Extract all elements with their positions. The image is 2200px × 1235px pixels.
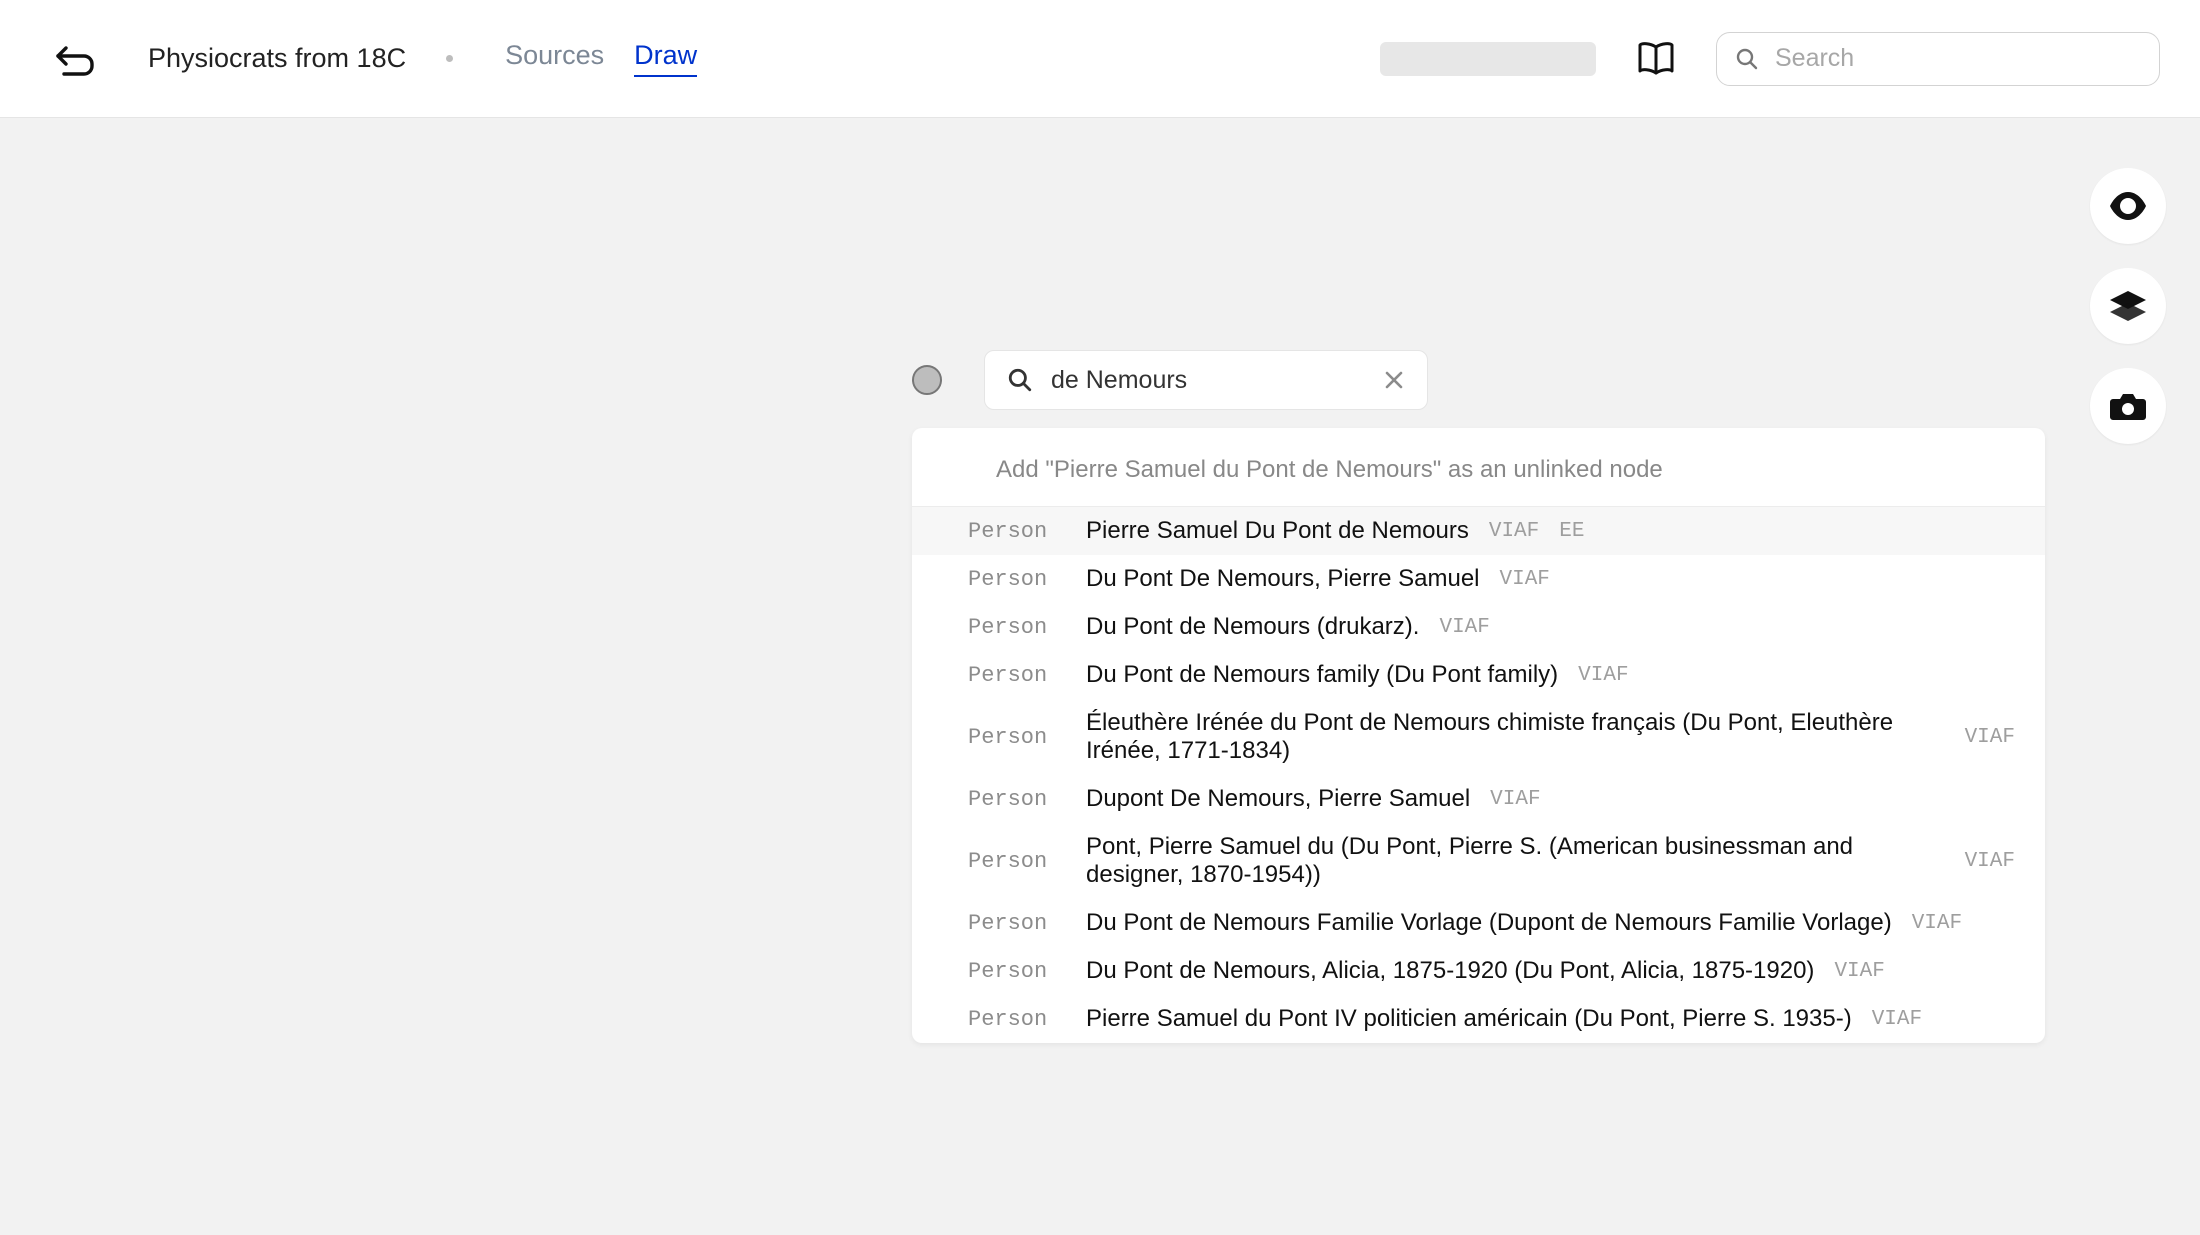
page-title: Physiocrats from 18C: [148, 43, 406, 74]
layers-icon: [2110, 291, 2146, 321]
header-tabs: Sources Draw: [505, 40, 697, 77]
result-type: Person: [968, 663, 1072, 688]
close-icon: [1383, 369, 1405, 391]
back-icon: [54, 42, 96, 76]
layers-button[interactable]: [2090, 268, 2166, 344]
result-name: Du Pont de Nemours Familie Vorlage (Dupo…: [1086, 909, 1892, 937]
search-result-row[interactable]: Person Pont, Pierre Samuel du (Du Pont, P…: [912, 823, 2045, 899]
search-result-row[interactable]: Person Du Pont de Nemours, Alicia, 1875-1…: [912, 947, 2045, 995]
back-button[interactable]: [50, 34, 100, 84]
result-tag: VIAF: [1490, 788, 1540, 811]
visibility-button[interactable]: [2090, 168, 2166, 244]
canvas[interactable]: de Nemours Add "Pierre Samuel du Pont de…: [0, 118, 2200, 1235]
search-result-row[interactable]: Person Du Pont de Nemours Familie Vorlage…: [912, 899, 2045, 947]
tab-draw[interactable]: Draw: [634, 40, 697, 77]
search-result-row[interactable]: Person Pierre Samuel Du Pont de Nemours VI…: [912, 507, 2045, 555]
result-tag: VIAF: [1834, 960, 1884, 983]
global-search[interactable]: [1716, 32, 2160, 86]
result-name: Dupont De Nemours, Pierre Samuel: [1086, 785, 1470, 813]
node-search[interactable]: de Nemours: [984, 350, 1428, 410]
result-name: Du Pont de Nemours family (Du Pont famil…: [1086, 661, 1558, 689]
node-search-group: de Nemours: [912, 350, 1428, 410]
result-name: Pierre Samuel du Pont IV politicien amér…: [1086, 1005, 1852, 1033]
node-search-input[interactable]: de Nemours: [1051, 366, 1365, 395]
search-result-row[interactable]: Person Pierre Samuel du Pont IV politicie…: [912, 995, 2045, 1043]
result-type: Person: [968, 519, 1072, 544]
global-search-input[interactable]: [1775, 44, 2141, 73]
camera-icon: [2109, 391, 2147, 421]
result-name: Du Pont De Nemours, Pierre Samuel: [1086, 565, 1480, 593]
topbar: Physiocrats from 18C Sources Draw: [0, 0, 2200, 118]
result-tag: VIAF: [1500, 568, 1550, 591]
result-type: Person: [968, 567, 1072, 592]
search-result-row[interactable]: Person Éleuthère Irénée du Pont de Nemour…: [912, 699, 2045, 775]
result-name: Du Pont de Nemours (drukarz).: [1086, 613, 1419, 641]
result-type: Person: [968, 787, 1072, 812]
search-icon: [1735, 47, 1759, 71]
result-type: Person: [968, 959, 1072, 984]
result-type: Person: [968, 615, 1072, 640]
search-result-row[interactable]: Person Du Pont De Nemours, Pierre Samuel V…: [912, 555, 2045, 603]
result-tag: VIAF: [1965, 726, 2015, 749]
search-result-row[interactable]: Person Du Pont de Nemours family (Du Pont…: [912, 651, 2045, 699]
result-tag: VIAF: [1872, 1008, 1922, 1031]
unsaved-indicator: [446, 55, 453, 62]
result-tag: EE: [1559, 520, 1584, 543]
result-type: Person: [968, 911, 1072, 936]
result-name: Éleuthère Irénée du Pont de Nemours chim…: [1086, 709, 1945, 765]
result-name: Du Pont de Nemours, Alicia, 1875-1920 (D…: [1086, 957, 1814, 985]
reader-button[interactable]: [1634, 37, 1678, 81]
tab-sources[interactable]: Sources: [505, 40, 604, 77]
result-type: Person: [968, 1007, 1072, 1032]
canvas-tools: [2090, 168, 2166, 444]
result-name: Pont, Pierre Samuel du (Du Pont, Pierre …: [1086, 833, 1945, 889]
search-result-row[interactable]: Person Du Pont de Nemours (drukarz). VIAF: [912, 603, 2045, 651]
search-results: Add "Pierre Samuel du Pont de Nemours" a…: [912, 428, 2045, 1043]
result-tag: VIAF: [1439, 616, 1489, 639]
result-tag: VIAF: [1489, 520, 1539, 543]
result-type: Person: [968, 849, 1072, 874]
result-name: Pierre Samuel Du Pont de Nemours: [1086, 517, 1469, 545]
eye-icon: [2108, 192, 2148, 220]
search-result-row[interactable]: Person Dupont De Nemours, Pierre Samuel VI…: [912, 775, 2045, 823]
search-icon: [1007, 367, 1033, 393]
result-type: Person: [968, 725, 1072, 750]
result-tag: VIAF: [1912, 912, 1962, 935]
book-icon: [1636, 41, 1676, 77]
node-handle[interactable]: [912, 365, 942, 395]
add-unlinked-node[interactable]: Add "Pierre Samuel du Pont de Nemours" a…: [912, 428, 2045, 507]
result-tag: VIAF: [1965, 850, 2015, 873]
snapshot-button[interactable]: [2090, 368, 2166, 444]
result-tag: VIAF: [1578, 664, 1628, 687]
loading-skeleton: [1380, 42, 1596, 76]
clear-search-button[interactable]: [1383, 369, 1405, 391]
